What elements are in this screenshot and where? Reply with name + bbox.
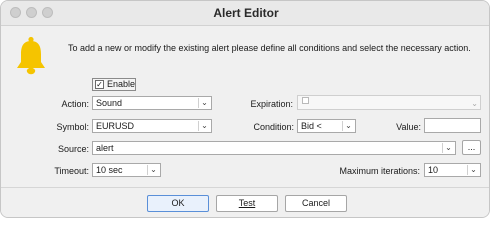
chevron-down-icon: ⌄ [342,121,354,131]
condition-value: Bid < [301,121,322,131]
chevron-down-icon: ⌄ [467,165,479,175]
source-value: alert [96,143,114,153]
symbol-select[interactable]: EURUSD ⌄ [92,119,212,133]
ok-button[interactable]: OK [147,195,209,212]
chevron-down-icon: ⌄ [198,98,210,108]
action-select[interactable]: Sound ⌄ [92,96,212,110]
value-label: Value: [396,122,421,132]
enable-label: Enable [107,79,136,89]
timeout-value: 10 sec [96,165,123,175]
source-label: Source: [57,144,89,154]
symbol-label: Symbol: [56,122,89,132]
action-value: Sound [96,98,123,108]
expiration-checkbox[interactable] [302,97,309,104]
checkmark-icon: ✓ [95,80,104,89]
condition-select[interactable]: Bid < ⌄ [297,119,356,133]
button-bar: OK Test Cancel [1,188,489,217]
window-title: Alert Editor [213,6,279,20]
chevron-down-icon: ⌄ [471,99,478,108]
action-label: Action: [61,99,89,109]
enable-checkbox[interactable]: ✓ Enable [92,78,136,91]
condition-label: Condition: [253,122,294,132]
browse-button[interactable]: ... [462,140,481,155]
alert-editor-window: Alert Editor To add a new or modify the … [0,0,490,218]
timeout-label: Timeout: [54,166,89,176]
instruction-text: To add a new or modify the existing aler… [68,43,471,53]
expiration-field: ⌄ [297,95,481,110]
value-input[interactable] [424,118,481,133]
chevron-down-icon: ⌄ [442,143,454,153]
bell-icon [17,36,45,75]
chevron-down-icon: ⌄ [198,121,210,131]
test-button[interactable]: Test [216,195,278,212]
source-select[interactable]: alert ⌄ [92,141,456,155]
cancel-button[interactable]: Cancel [285,195,347,212]
title-bar: Alert Editor [1,1,489,26]
max-iterations-value: 10 [428,165,439,175]
timeout-select[interactable]: 10 sec ⌄ [92,163,161,177]
max-iterations-label: Maximum iterations: [339,166,420,176]
symbol-value: EURUSD [96,121,135,131]
expiration-label: Expiration: [250,99,293,109]
max-iterations-select[interactable]: 10 ⌄ [424,163,481,177]
chevron-down-icon: ⌄ [147,165,159,175]
